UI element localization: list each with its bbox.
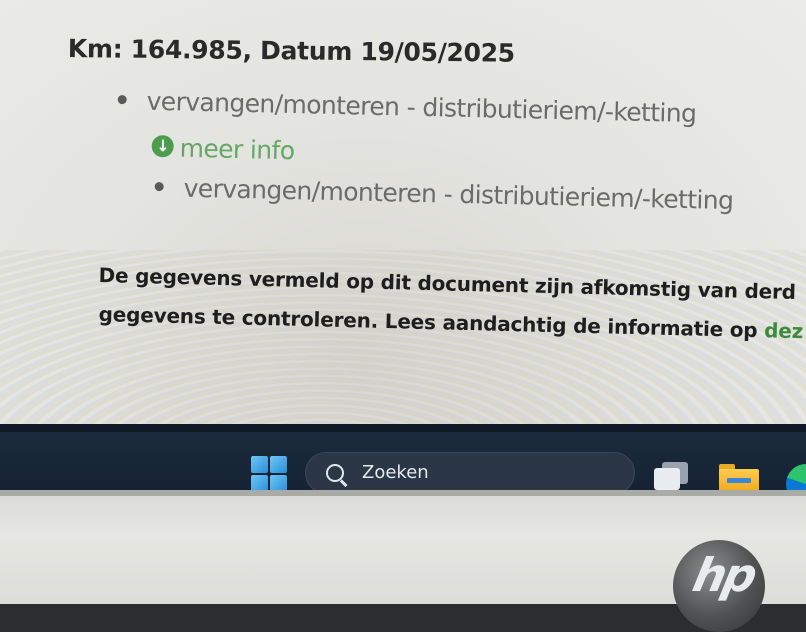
search-icon — [326, 464, 344, 482]
disclaimer-line: gegevens te controleren. Lees aandachtig… — [98, 302, 803, 343]
maintenance-item: vervangen/monteren - distributieriem/-ke… — [117, 86, 697, 129]
disclaimer-text: gegevens te controleren. Lees aandachtig… — [98, 302, 765, 343]
maintenance-entry-heading: Km: 164.985, Datum 19/05/2025 — [67, 34, 516, 68]
task-view-icon[interactable] — [654, 462, 690, 490]
bezel-edge — [0, 490, 806, 496]
meer-info-label: meer info — [179, 133, 295, 166]
maintenance-item-label: vervangen/monteren - distributieriem/-ke… — [146, 86, 697, 129]
bullet-icon — [117, 94, 127, 104]
hp-logo-text: hp — [688, 548, 760, 602]
bullet-icon — [154, 181, 164, 191]
taskbar-search-input[interactable]: Zoeken — [305, 452, 635, 494]
file-explorer-icon[interactable] — [719, 464, 759, 492]
browser-page: Km: 164.985, Datum 19/05/2025 vervangen/… — [0, 0, 806, 432]
disclaimer-link[interactable]: dez — [764, 318, 803, 343]
search-placeholder: Zoeken — [362, 462, 429, 483]
disclaimer-line: De gegevens vermeld op dit document zijn… — [98, 263, 797, 305]
meer-info-link[interactable]: ↓ meer info — [151, 133, 295, 166]
windows-taskbar: Zoeken — [0, 424, 806, 504]
maintenance-item: vervangen/monteren - distributieriem/-ke… — [154, 173, 734, 216]
arrow-down-circle-icon: ↓ — [151, 134, 174, 158]
windows-start-icon[interactable] — [251, 456, 287, 492]
maintenance-item-label: vervangen/monteren - distributieriem/-ke… — [183, 173, 734, 216]
